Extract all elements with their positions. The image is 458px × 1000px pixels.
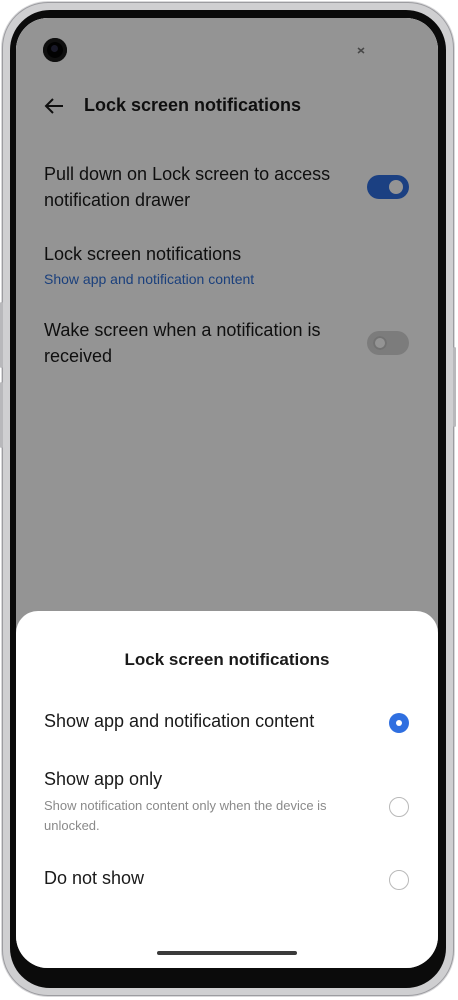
- option-label: Do not show: [44, 868, 145, 888]
- option-do-not-show[interactable]: Do not show: [16, 862, 438, 898]
- option-label: Show app only: [44, 769, 163, 789]
- home-indicator[interactable]: [157, 951, 297, 955]
- bottom-sheet: Lock screen notifications Show app and n…: [16, 611, 438, 968]
- option-show-app-only[interactable]: Show app only Show notification content …: [16, 763, 438, 835]
- radio-unselected[interactable]: [389, 870, 409, 890]
- radio-selected[interactable]: [389, 713, 409, 733]
- side-button-right: [453, 347, 456, 427]
- option-description: Show notification content only when the …: [44, 798, 327, 833]
- side-button-left-1: [0, 302, 3, 368]
- option-show-all-content[interactable]: Show app and notification content: [16, 705, 438, 741]
- side-button-left-2: [0, 382, 3, 448]
- radio-unselected[interactable]: [389, 797, 409, 817]
- option-label: Show app and notification content: [44, 711, 315, 731]
- sheet-title: Lock screen notifications: [124, 650, 330, 669]
- phone-screen: 80% Lock screen notifications Pull down …: [16, 18, 438, 968]
